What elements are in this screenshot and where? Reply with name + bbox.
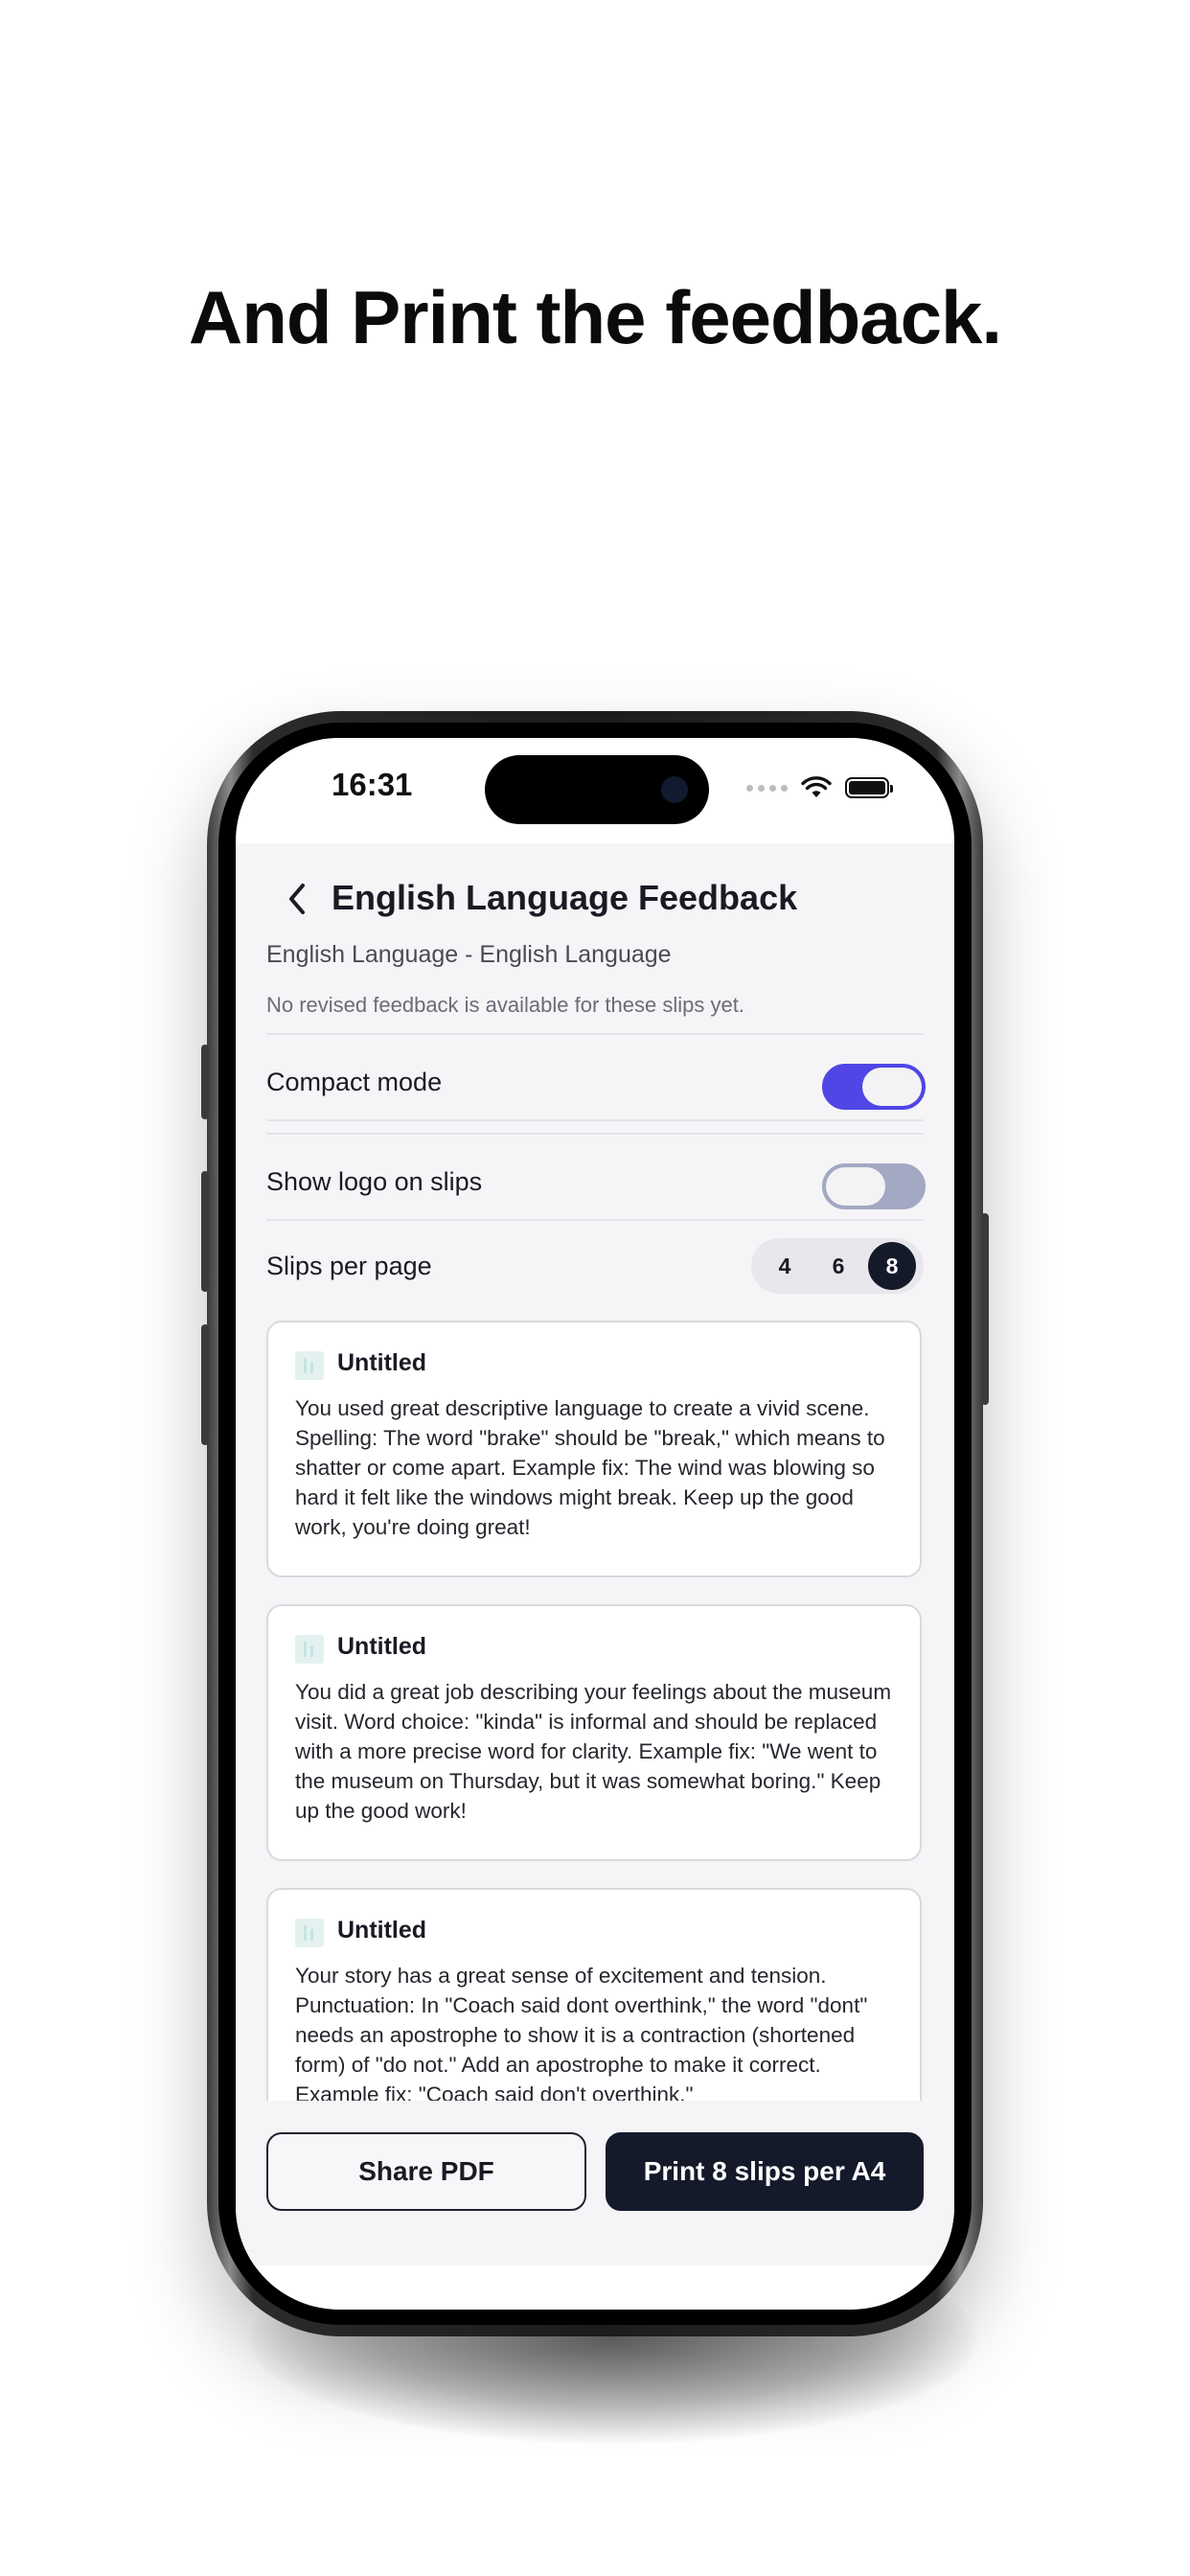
front-camera-icon <box>661 776 688 803</box>
toggle-knob <box>826 1167 885 1206</box>
cellular-signal-icon <box>746 784 788 792</box>
compact-mode-toggle[interactable] <box>822 1064 926 1110</box>
navigation-bar: English Language Feedback <box>236 870 954 928</box>
slips-per-page-label: Slips per page <box>266 1252 432 1280</box>
toggle-knob <box>862 1068 922 1106</box>
status-icons <box>746 776 893 799</box>
slip-body: You used great descriptive language to c… <box>295 1396 885 1539</box>
page-title: English Language Feedback <box>332 878 798 917</box>
slip-title: Untitled <box>337 1349 427 1376</box>
chart-icon <box>295 1635 324 1664</box>
slip-body: Your story has a great sense of exciteme… <box>295 1964 868 2101</box>
divider <box>266 1133 924 1135</box>
slips-option-6[interactable]: 6 <box>814 1242 862 1290</box>
phone-power-button <box>981 1213 989 1405</box>
battery-icon <box>845 777 893 798</box>
phone-volume-down-button <box>201 1324 209 1445</box>
subject-label: English Language - English Language <box>266 941 672 968</box>
show-logo-label: Show logo on slips <box>266 1167 483 1196</box>
phone-volume-up-button <box>201 1171 209 1292</box>
dynamic-island <box>485 755 709 824</box>
status-time: 16:31 <box>332 767 413 802</box>
divider <box>266 1119 924 1121</box>
compact-mode-label: Compact mode <box>266 1068 443 1096</box>
phone-action-button <box>201 1045 209 1119</box>
slip-card: Untitled You used great descriptive lang… <box>266 1321 922 1577</box>
chart-icon <box>295 1351 324 1380</box>
divider <box>266 1219 924 1221</box>
wifi-icon <box>801 776 832 797</box>
slip-card: Untitled Your story has a great sense of… <box>266 1888 922 2101</box>
phone-screen: 16:31 English Language Feedback English … <box>236 738 954 2310</box>
slips-option-4[interactable]: 4 <box>761 1242 809 1290</box>
back-button[interactable] <box>278 876 316 922</box>
share-pdf-button[interactable]: Share PDF <box>266 2132 586 2211</box>
divider <box>266 1033 924 1035</box>
print-button[interactable]: Print 8 slips per A4 <box>606 2132 924 2211</box>
slip-card: Untitled You did a great job describing … <box>266 1604 922 1861</box>
slips-per-page-selector: 4 6 8 <box>751 1238 924 1294</box>
slip-body: You did a great job describing your feel… <box>295 1680 892 1823</box>
feedback-screen: English Language Feedback English Langua… <box>236 843 954 2266</box>
slip-list[interactable]: Untitled You used great descriptive lang… <box>266 1321 926 2101</box>
chart-icon <box>295 1919 324 1947</box>
page-headline: And Print the feedback. <box>188 275 1002 359</box>
show-logo-toggle[interactable] <box>822 1163 926 1209</box>
slip-title: Untitled <box>337 1917 427 1944</box>
slip-title: Untitled <box>337 1633 427 1660</box>
revision-notice: No revised feedback is available for the… <box>266 993 744 1017</box>
chevron-left-icon <box>289 884 305 914</box>
slips-option-8[interactable]: 8 <box>868 1242 916 1290</box>
